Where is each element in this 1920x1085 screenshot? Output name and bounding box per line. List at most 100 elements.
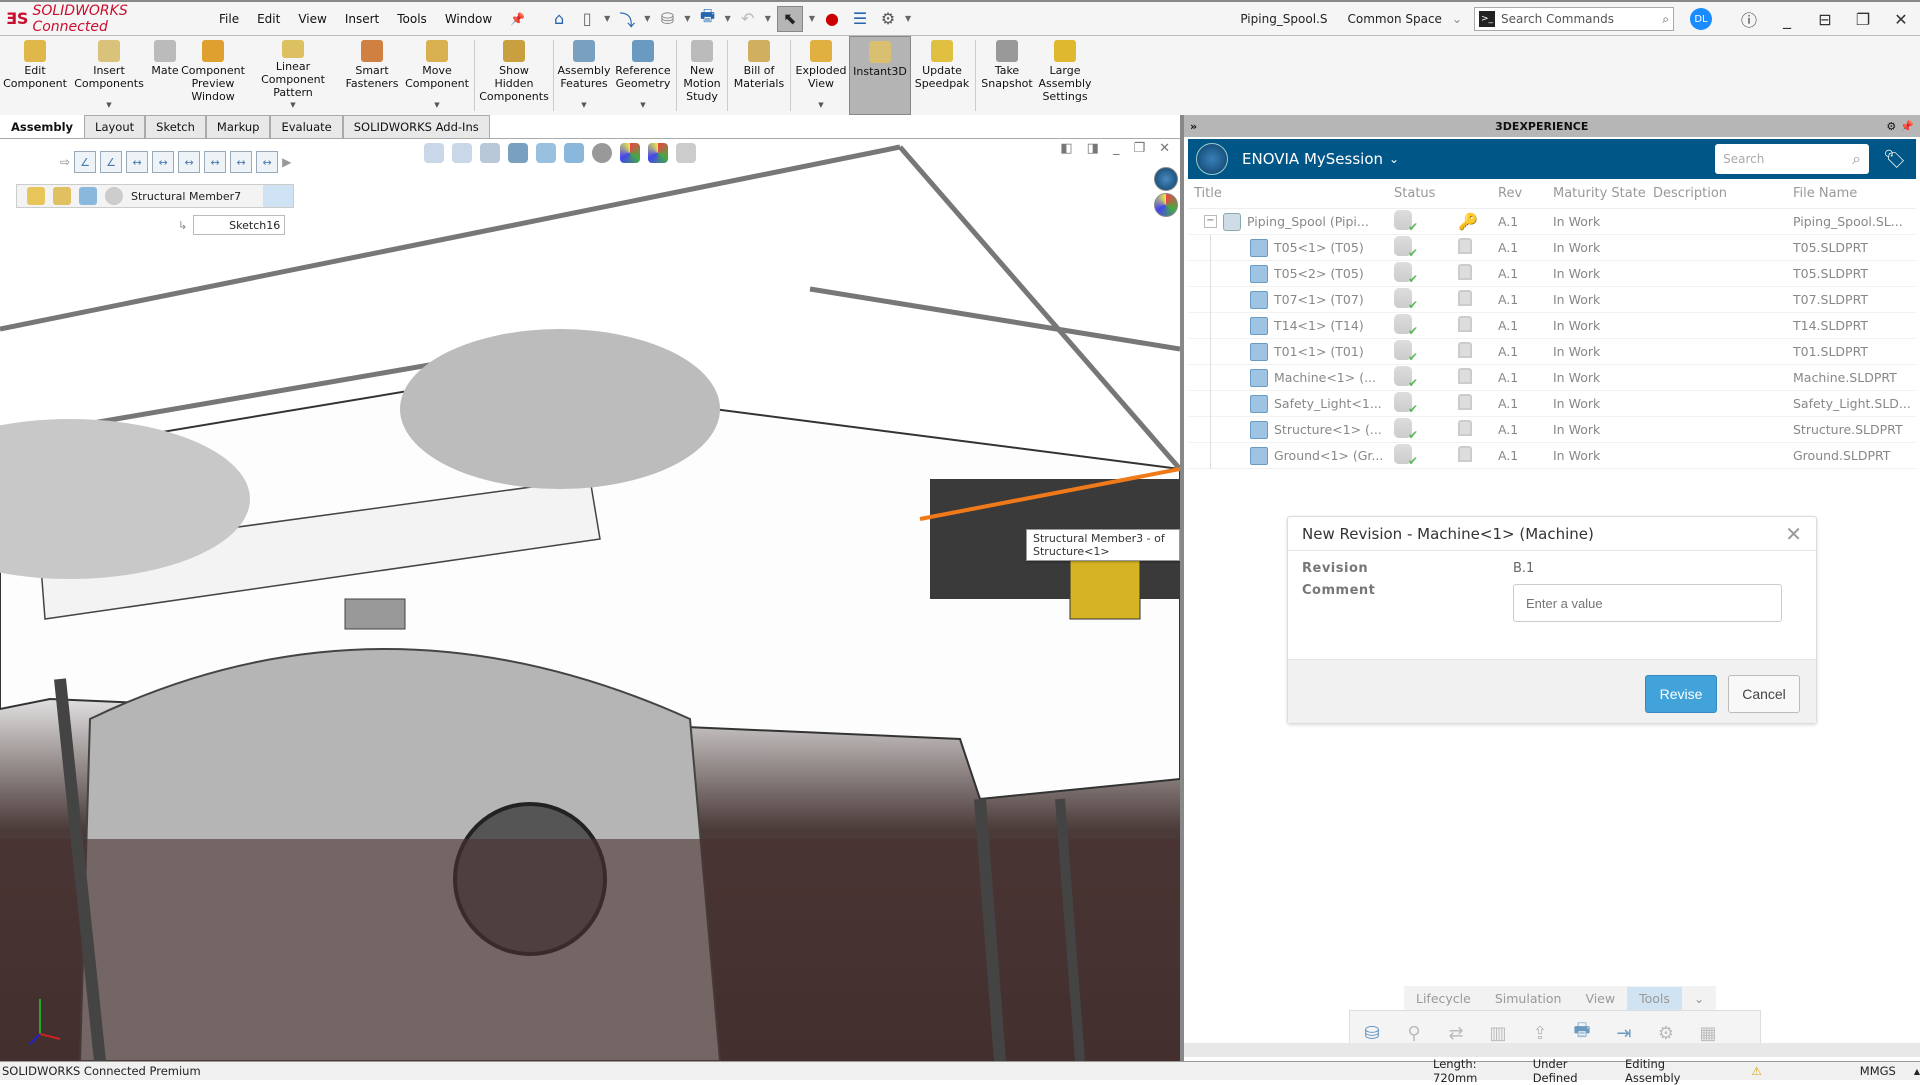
bill-of-materials-button[interactable]: Bill of Materials [730, 36, 788, 115]
menu-file[interactable]: File [210, 12, 248, 26]
apply-scene-icon[interactable] [648, 143, 668, 163]
rebuild-traffic-light-icon[interactable]: ● [821, 8, 843, 30]
move-component-button[interactable]: Move Component ▼ [402, 36, 472, 115]
close-icon[interactable]: ✕ [1785, 522, 1802, 546]
options-gear-icon[interactable]: ⚙ [877, 8, 899, 30]
table-row[interactable]: Safety_Light<1... A.1 In Work Safety_Light.… [1188, 390, 1916, 417]
expand-arrow-icon[interactable]: ▶ [282, 155, 291, 169]
section-view-icon[interactable] [508, 143, 528, 163]
pin-icon[interactable]: 📌 [501, 12, 534, 26]
chevron-down-icon[interactable]: ▼ [684, 14, 690, 23]
unlocked-icon[interactable] [1458, 264, 1472, 280]
exploded-view-button[interactable]: Exploded View ▼ [793, 36, 849, 115]
update-speedpak-button[interactable]: Update Speedpak [911, 36, 973, 115]
menu-view[interactable]: View [289, 12, 335, 26]
user-avatar[interactable]: DL [1690, 8, 1712, 30]
previous-window-icon[interactable]: ◧ [1060, 141, 1072, 156]
horizontal-dimension-icon[interactable]: ↔ [230, 151, 253, 173]
column-status[interactable]: Status [1388, 186, 1458, 201]
minimize-button[interactable]: _ [1768, 10, 1806, 29]
pin-icon[interactable]: 📌 [1900, 120, 1914, 133]
component-preview-window-button[interactable]: Component Preview Window [181, 36, 245, 115]
zoom-to-area-icon[interactable] [452, 143, 472, 163]
tab-sketch[interactable]: Sketch [145, 115, 206, 138]
part-icon[interactable] [79, 187, 97, 205]
undo-icon[interactable]: ↶ [737, 8, 759, 30]
appearances-tab-icon[interactable] [1154, 193, 1178, 217]
unlocked-icon[interactable] [1458, 342, 1472, 358]
collapse-toggle-icon[interactable]: − [1204, 215, 1217, 228]
table-row[interactable]: T01<1> (T01) A.1 In Work T01.SLDPRT [1188, 338, 1916, 365]
graphics-area[interactable]: ⇨ ∠ ∠ ↔ ↔ ↔ ↔ ↔ ↔ ▶ Structural Member7 ↳… [0, 139, 1180, 1061]
unlocked-icon[interactable] [1458, 290, 1472, 306]
table-row[interactable]: − Piping_Spool (Pipi... 🔑 A.1 In Work Piping_… [1188, 209, 1916, 235]
unlocked-icon[interactable] [1458, 446, 1472, 462]
menu-insert[interactable]: Insert [336, 12, 388, 26]
open-icon[interactable]: ⤵ [616, 8, 638, 30]
menu-window[interactable]: Window [436, 12, 501, 26]
column-file-name[interactable]: File Name [1793, 186, 1916, 201]
print-icon[interactable]: 🖶 [697, 6, 719, 30]
edit-component-button[interactable]: Edit Component [0, 36, 70, 115]
chevron-down-icon[interactable]: ▼ [809, 14, 815, 23]
table-row[interactable]: T07<1> (T07) A.1 In Work T07.SLDPRT [1188, 286, 1916, 313]
angle-dimension-icon[interactable]: ∠ [100, 151, 123, 173]
rebuild-warning-icon[interactable]: ⚠ [1751, 1064, 1761, 1078]
flyout-icon[interactable]: ⇨ [60, 155, 70, 169]
3dexperience-tab-icon[interactable] [1154, 167, 1178, 191]
table-row[interactable]: T05<1> (T05) A.1 In Work T05.SLDPRT [1188, 234, 1916, 261]
tab-layout[interactable]: Layout [84, 115, 146, 138]
edit-appearance-icon[interactable] [620, 143, 640, 163]
menu-tools[interactable]: Tools [388, 12, 436, 26]
tab-evaluate[interactable]: Evaluate [270, 115, 343, 138]
unlocked-icon[interactable] [1458, 238, 1472, 254]
breadcrumb-label[interactable]: Structural Member7 [131, 190, 241, 203]
chevron-down-icon[interactable]: ⌄ [1389, 152, 1399, 166]
chevron-down-icon[interactable]: ▼ [644, 14, 650, 23]
compass-icon[interactable] [1196, 143, 1228, 175]
subassembly-icon[interactable] [53, 187, 71, 205]
column-title[interactable]: Title [1188, 186, 1388, 201]
minimize-viewport-icon[interactable]: _ [1113, 141, 1120, 156]
large-assembly-settings-button[interactable]: Large Assembly Settings [1036, 36, 1094, 115]
tab-view[interactable]: View [1573, 987, 1627, 1010]
view-orientation-icon[interactable] [536, 143, 556, 163]
horizontal-dimension-icon[interactable]: ↔ [126, 151, 149, 173]
column-rev[interactable]: Rev [1498, 186, 1553, 201]
assembly-icon[interactable] [27, 187, 45, 205]
smart-fasteners-button[interactable]: Smart Fasteners [342, 36, 402, 115]
units-arrow-icon[interactable]: ▲ [1914, 1067, 1920, 1076]
structural-member-icon[interactable] [105, 187, 123, 205]
tile-window-button[interactable]: ⊟ [1806, 10, 1844, 29]
restore-button[interactable]: ❐ [1844, 10, 1882, 29]
assembly-features-button[interactable]: Assembly Features ▼ [556, 36, 612, 115]
horizontal-scrollbar[interactable] [1184, 1043, 1920, 1057]
previous-view-icon[interactable] [480, 143, 500, 163]
new-document-icon[interactable]: ▯ [576, 8, 598, 30]
view-settings-icon[interactable] [676, 143, 696, 163]
revise-button[interactable]: Revise [1645, 675, 1717, 713]
close-button[interactable]: ✕ [1882, 10, 1920, 29]
hide-show-items-icon[interactable] [592, 143, 612, 163]
space-selector[interactable]: Common Space [1348, 12, 1442, 26]
table-row[interactable]: Machine<1> (... A.1 In Work Machine.SLDPRT [1188, 364, 1916, 391]
tab-markup[interactable]: Markup [205, 115, 271, 138]
menu-edit[interactable]: Edit [248, 12, 289, 26]
chevron-down-icon[interactable]: ▼ [604, 14, 610, 23]
column-maturity-state[interactable]: Maturity State [1553, 186, 1653, 201]
display-style-icon[interactable] [564, 143, 584, 163]
new-motion-study-button[interactable]: New Motion Study [679, 36, 725, 115]
gear-icon[interactable]: ⚙ [1886, 120, 1896, 133]
save-database-icon[interactable]: ⛁ [656, 8, 678, 30]
linear-component-pattern-button[interactable]: Linear Component Pattern ▼ [244, 36, 342, 115]
help-icon[interactable]: ⓘ [1730, 7, 1768, 31]
search-commands-field[interactable]: >_ Search Commands ⌕ [1474, 7, 1674, 31]
unlocked-icon[interactable] [1458, 316, 1472, 332]
enovia-search-input[interactable]: Search ⌕ [1715, 144, 1870, 174]
insert-components-button[interactable]: Insert Components ▼ [70, 36, 148, 115]
chevron-down-icon[interactable]: ▼ [725, 14, 731, 23]
next-window-icon[interactable]: ◨ [1087, 141, 1099, 156]
tab-lifecycle[interactable]: Lifecycle [1404, 987, 1483, 1010]
unlocked-icon[interactable] [1458, 394, 1472, 410]
zoom-to-fit-icon[interactable] [424, 143, 444, 163]
